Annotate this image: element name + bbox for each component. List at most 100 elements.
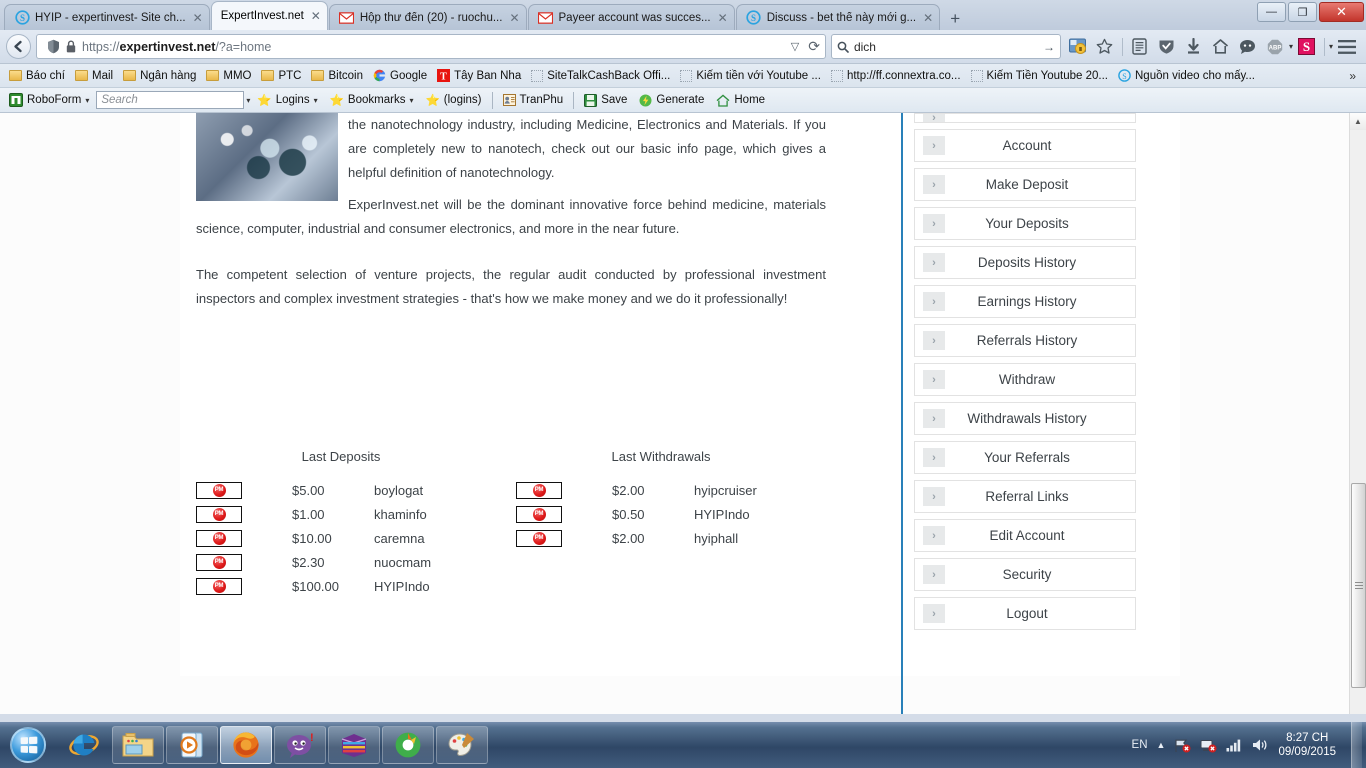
sidebar-item-clipped[interactable]: ›	[914, 113, 1136, 123]
close-window-button[interactable]: ✕	[1319, 2, 1364, 22]
pocket-icon[interactable]	[1065, 34, 1091, 60]
sidebar-item-deposits-history[interactable]: › Deposits History	[914, 246, 1136, 279]
roboform-logins-button[interactable]: ⭐ Logins ▾	[252, 93, 322, 107]
search-input[interactable]: dich	[854, 40, 1043, 54]
sidebar-item-earnings-history[interactable]: › Earnings History	[914, 285, 1136, 318]
taskbar-item-yahoo-messenger[interactable]: !	[274, 726, 326, 764]
save-icon	[584, 93, 598, 107]
sidebar-item-security[interactable]: › Security	[914, 558, 1136, 591]
sidebar-item-your-deposits[interactable]: › Your Deposits	[914, 207, 1136, 240]
tab-close-icon[interactable]: ✕	[923, 11, 933, 25]
bookmark-item[interactable]: Bitcoin	[306, 70, 368, 82]
roboform-logins-group-button[interactable]: ⭐ (logins)	[420, 93, 486, 107]
skype-s-icon[interactable]: S	[1294, 34, 1320, 60]
chevron-down-icon[interactable]: ▾	[85, 96, 89, 105]
show-desktop-button[interactable]	[1351, 722, 1362, 768]
roboform-home-button[interactable]: Home	[711, 93, 770, 107]
sidebar-item-label: Withdraw	[998, 372, 1056, 387]
overflow-chevron-down-icon[interactable]: ▾	[1329, 42, 1333, 51]
sidebar-item-make-deposit[interactable]: › Make Deposit	[914, 168, 1136, 201]
bookmark-item[interactable]: Google	[368, 69, 432, 82]
bookmark-item[interactable]: Kiếm tiền với Youtube ...	[675, 69, 826, 82]
taskbar-item-unikey[interactable]	[382, 726, 434, 764]
reload-icon[interactable]: ⟳	[808, 38, 820, 55]
bookmark-item[interactable]: MMO	[201, 70, 256, 82]
bookmark-item[interactable]: SiteTalkCashBack Offi...	[526, 69, 675, 82]
start-button[interactable]	[2, 725, 54, 765]
home-icon[interactable]	[1208, 34, 1234, 60]
taskbar-item-paint[interactable]	[436, 726, 488, 764]
browser-tab-5[interactable]: S Discuss - bet thế này mới g... ✕	[735, 4, 941, 30]
bookmark-item[interactable]: Mail	[70, 70, 118, 82]
sidebar-item-account[interactable]: › Account	[914, 129, 1136, 162]
tab-close-icon[interactable]: ✕	[509, 11, 519, 25]
adblock-chevron-down-icon[interactable]: ▾	[1289, 42, 1293, 51]
taskbar-item-internet-explorer[interactable]	[58, 726, 110, 764]
scroll-up-icon[interactable]: ▲	[1350, 113, 1366, 130]
roboform-search-input[interactable]: Search	[96, 91, 245, 109]
address-bar[interactable]: https://expertinvest.net/?a=home ▽ ⟳	[36, 34, 826, 59]
minimize-button[interactable]: —	[1257, 2, 1286, 22]
tab-close-icon[interactable]: ✕	[311, 9, 321, 23]
browser-tab-2-active[interactable]: ExpertInvest.net ✕	[210, 1, 328, 30]
chevron-down-icon[interactable]: ▾	[314, 96, 318, 105]
bookmarks-overflow-icon[interactable]: »	[1343, 69, 1362, 83]
bookmark-item[interactable]: Kiếm Tiền Youtube 20...	[966, 69, 1113, 82]
sidebar-item-referral-links[interactable]: › Referral Links	[914, 480, 1136, 513]
taskbar-item-file-explorer[interactable]	[112, 726, 164, 764]
maximize-button[interactable]: ❐	[1288, 2, 1317, 22]
sidebar-item-edit-account[interactable]: › Edit Account	[914, 519, 1136, 552]
tray-expand-icon[interactable]: ▲	[1157, 740, 1166, 750]
vertical-scrollbar[interactable]: ▲	[1349, 113, 1366, 714]
bookmark-item[interactable]: Báo chí	[4, 70, 70, 82]
taskbar-item-media-player[interactable]	[166, 726, 218, 764]
sidebar-item-referrals-history[interactable]: › Referrals History	[914, 324, 1136, 357]
search-box[interactable]: dich →	[830, 34, 1061, 59]
signal-strength-icon[interactable]	[1226, 738, 1243, 752]
back-button[interactable]	[6, 34, 31, 59]
site-identity-icon[interactable]	[42, 36, 64, 57]
new-tab-button[interactable]: +	[941, 10, 969, 30]
roboform-label: RoboForm	[27, 94, 82, 106]
sidebar-item-your-referrals[interactable]: › Your Referrals	[914, 441, 1136, 474]
table-row: PM $5.00 boylogat	[196, 478, 506, 502]
adblock-icon[interactable]: ABP	[1262, 34, 1288, 60]
browser-tab-4[interactable]: Payeer account was succes... ✕	[527, 4, 735, 30]
network-warning-icon[interactable]	[1200, 738, 1217, 753]
tab-close-icon[interactable]: ✕	[718, 11, 728, 25]
roboform-save-button[interactable]: Save	[579, 93, 632, 107]
sidebar-item-withdraw[interactable]: › Withdraw	[914, 363, 1136, 396]
chevron-down-icon[interactable]: ▾	[409, 96, 413, 105]
volume-icon[interactable]	[1252, 738, 1269, 752]
tab-close-icon[interactable]: ✕	[193, 11, 203, 25]
roboform-search-chevron-down-icon[interactable]: ▾	[246, 96, 250, 105]
bookmark-star-icon[interactable]	[1092, 34, 1118, 60]
bookmark-item[interactable]: http://ff.connextra.co...	[826, 69, 966, 82]
browser-tab-1[interactable]: S HYIP - expertinvest- Site ch... ✕	[4, 4, 210, 30]
roboform-bookmarks-button[interactable]: ⭐ Bookmarks ▾	[325, 93, 419, 107]
roboform-identity-button[interactable]: TranPhu	[498, 94, 569, 106]
scrollbar-thumb[interactable]	[1351, 483, 1366, 688]
roboform-brand[interactable]: RoboForm ▾	[4, 93, 94, 107]
chat-icon[interactable]	[1235, 34, 1261, 60]
bookmark-item[interactable]: PTC	[256, 70, 306, 82]
search-go-icon[interactable]: →	[1043, 40, 1055, 54]
taskbar-clock[interactable]: 8:27 CH 09/09/2015	[1278, 731, 1336, 759]
table-row: PM $1.00 khaminfo	[196, 502, 506, 526]
download-icon[interactable]	[1181, 34, 1207, 60]
browser-tab-3[interactable]: Hộp thư đến (20) - ruochu... ✕	[328, 4, 527, 30]
reader-icon[interactable]	[1127, 34, 1153, 60]
shield-icon[interactable]	[1154, 34, 1180, 60]
bookmark-item[interactable]: S Nguồn video cho mấy...	[1113, 69, 1260, 82]
bookmark-item[interactable]: Ngân hàng	[118, 70, 201, 82]
language-indicator[interactable]: EN	[1132, 739, 1148, 751]
roboform-generate-button[interactable]: Generate	[634, 94, 709, 107]
menu-icon[interactable]	[1334, 34, 1360, 60]
action-center-icon[interactable]	[1174, 738, 1191, 753]
dropmarker-icon[interactable]: ▽	[791, 40, 799, 53]
taskbar-item-winrar[interactable]	[328, 726, 380, 764]
bookmark-item[interactable]: T Tây Ban Nha	[432, 69, 526, 82]
taskbar-item-firefox[interactable]	[220, 726, 272, 764]
sidebar-item-logout[interactable]: › Logout	[914, 597, 1136, 630]
sidebar-item-withdrawals-history[interactable]: › Withdrawals History	[914, 402, 1136, 435]
